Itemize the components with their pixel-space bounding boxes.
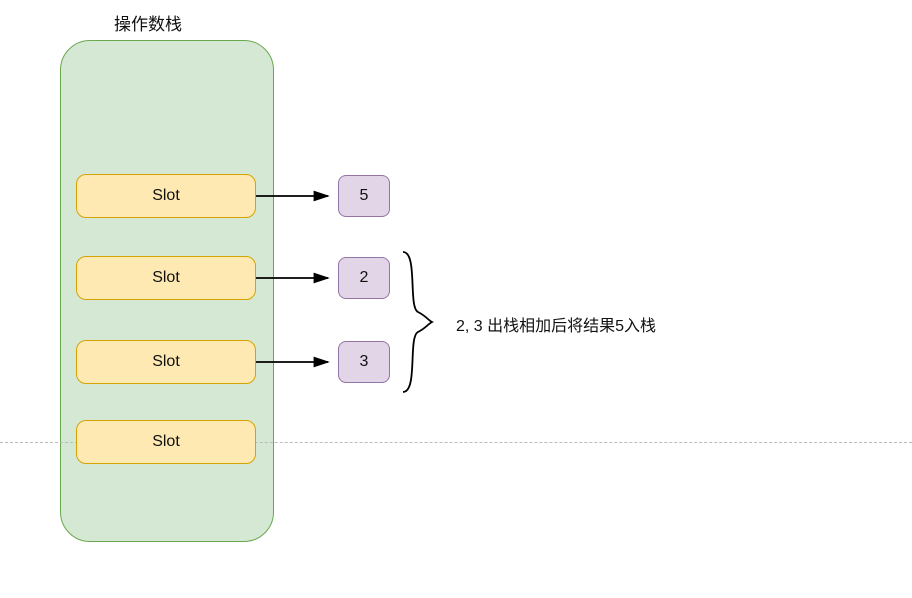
slot-4: Slot	[76, 420, 256, 464]
slot-label: Slot	[152, 269, 180, 287]
slot-label: Slot	[152, 353, 180, 371]
slot-1: Slot	[76, 174, 256, 218]
arrow-slot1-to-5	[256, 186, 338, 206]
slot-label: Slot	[152, 187, 180, 205]
value-box-2: 2	[338, 257, 390, 299]
slot-3: Slot	[76, 340, 256, 384]
value-text: 5	[360, 187, 369, 205]
value-text: 2	[360, 269, 369, 287]
value-box-5: 5	[338, 175, 390, 217]
slot-label: Slot	[152, 433, 180, 451]
slot-2: Slot	[76, 256, 256, 300]
brace-icon	[398, 252, 438, 392]
value-text: 3	[360, 353, 369, 371]
brace-annotation: 2, 3 出栈相加后将结果5入栈	[456, 312, 656, 336]
value-box-3: 3	[338, 341, 390, 383]
arrow-slot3-to-3	[256, 352, 338, 372]
diagram-canvas: 操作数栈 Slot Slot Slot Slot 5 2 3	[0, 0, 912, 598]
arrow-slot2-to-2	[256, 268, 338, 288]
stack-title: 操作数栈	[114, 10, 182, 35]
